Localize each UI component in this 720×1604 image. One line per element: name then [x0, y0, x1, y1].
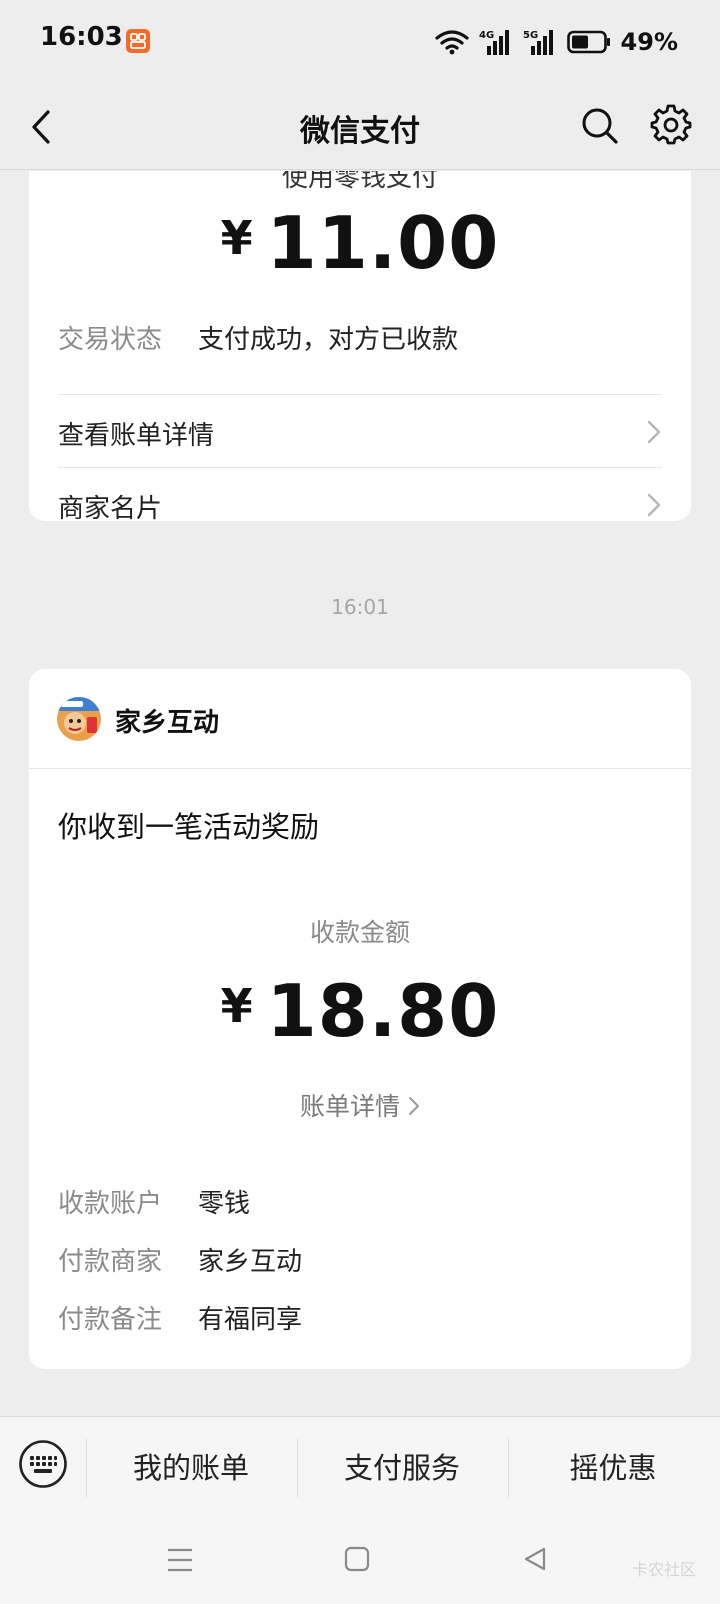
currency-symbol: ¥: [220, 211, 253, 265]
message-list[interactable]: 使用零钱支付 ¥11.00 交易状态 支付成功，对方已收款 查看账单详情 商家名…: [0, 171, 720, 1416]
status-label: 交易状态: [58, 325, 163, 355]
bill-details-label: 账单详情: [299, 1092, 400, 1121]
status-value: 支付成功，对方已收款: [198, 325, 459, 355]
menu-divider: [86, 1439, 87, 1497]
watermark: 卡农社区: [631, 1560, 696, 1579]
merchant-header[interactable]: 家乡互动: [29, 669, 691, 769]
signal-5g-icon: 5G: [523, 30, 553, 55]
search-icon: [582, 108, 618, 144]
received-amount-label: 收款金额: [309, 918, 410, 947]
chevron-right-icon: [647, 493, 661, 517]
merchant-avatar: [57, 697, 101, 741]
view-bill-details-link[interactable]: 查看账单详情: [58, 394, 662, 467]
payment-card: 使用零钱支付 ¥11.00 交易状态 支付成功，对方已收款 查看账单详情 商家名…: [29, 171, 691, 524]
bottom-menu: 我的账单 支付服务 摇优惠: [0, 1416, 720, 1516]
detail-row: 付款商家 家乡互动: [58, 1241, 662, 1281]
menu-divider: [508, 1439, 509, 1497]
keyboard-toggle-button[interactable]: [18, 1439, 68, 1489]
status-time: 16:03: [40, 22, 123, 52]
detail-value: 有福同享: [198, 1305, 303, 1335]
wifi-icon: [434, 30, 469, 55]
nav-bar: 微信支付: [0, 84, 720, 170]
search-button[interactable]: [580, 106, 620, 146]
payment-amount: ¥11.00: [29, 201, 691, 285]
bill-details-link[interactable]: 账单详情: [29, 1087, 691, 1123]
battery-percent: 49%: [620, 28, 678, 56]
detail-label: 收款账户: [58, 1189, 163, 1219]
payment-method: 使用零钱支付: [281, 171, 438, 193]
notification-app-icon: [126, 29, 150, 53]
amount-value: 18.80: [266, 969, 500, 1053]
svg-text:4G: 4G: [479, 30, 494, 41]
chevron-right-icon: [409, 1097, 419, 1115]
menu-divider: [297, 1439, 298, 1497]
link-label: 查看账单详情: [58, 421, 215, 451]
message-timestamp: 16:01: [331, 595, 389, 619]
keyboard-icon: [19, 1440, 67, 1488]
signal-4g-icon: 4G: [479, 30, 509, 55]
chevron-right-icon: [647, 420, 661, 444]
menu-payment-services[interactable]: 支付服务: [302, 1445, 502, 1487]
detail-row: 付款备注 有福同享: [58, 1299, 662, 1339]
currency-symbol: ¥: [220, 979, 253, 1033]
menu-icon[interactable]: [166, 1546, 194, 1574]
link-label: 商家名片: [58, 494, 163, 524]
battery-icon: [566, 30, 610, 54]
status-icons: 4G 5G 49%: [434, 26, 678, 58]
svg-text:5G: 5G: [523, 30, 538, 41]
settings-button[interactable]: [650, 104, 692, 146]
received-amount: ¥18.80: [29, 969, 691, 1053]
system-nav-bar: 卡农社区: [0, 1516, 720, 1604]
status-bar: 16:03 4G 5G 49%: [0, 0, 720, 84]
amount-value: 11.00: [266, 201, 500, 285]
merchant-name: 家乡互动: [115, 708, 220, 738]
detail-row: 收款账户 零钱: [58, 1183, 662, 1223]
detail-label: 付款商家: [58, 1247, 163, 1277]
menu-my-bills[interactable]: 我的账单: [91, 1445, 291, 1487]
home-icon[interactable]: [344, 1546, 370, 1572]
detail-label: 付款备注: [58, 1305, 163, 1335]
detail-value: 家乡互动: [198, 1247, 303, 1277]
notice-title: 你收到一笔活动奖励: [58, 810, 320, 844]
menu-shake-offers[interactable]: 摇优惠: [513, 1445, 713, 1487]
detail-value: 零钱: [198, 1189, 251, 1219]
merchant-card-link[interactable]: 商家名片: [58, 467, 662, 540]
status-row: 交易状态 支付成功，对方已收款: [58, 319, 662, 359]
reward-card[interactable]: 家乡互动 你收到一笔活动奖励 收款金额 ¥18.80 账单详情 收款账户 零钱 …: [29, 669, 691, 1369]
back-triangle-icon[interactable]: [522, 1546, 548, 1572]
gear-icon: [650, 104, 692, 145]
